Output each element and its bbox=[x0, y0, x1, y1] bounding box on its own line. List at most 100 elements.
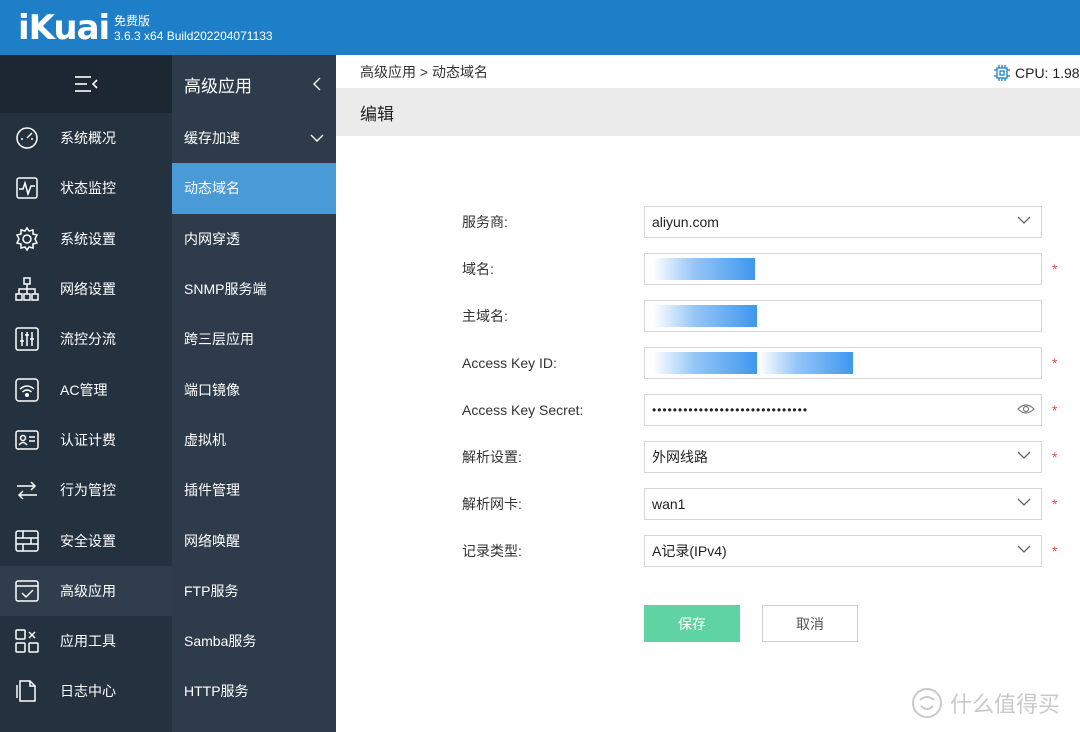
subnav-item-ddns[interactable]: 动态域名 bbox=[172, 163, 336, 214]
required-mark: * bbox=[1052, 449, 1058, 465]
resolve-nic-label: 解析网卡: bbox=[462, 496, 522, 512]
sidebar-item-label: 系统概况 bbox=[60, 130, 116, 147]
subnav-item-label: 跨三层应用 bbox=[184, 331, 254, 348]
network-icon bbox=[13, 275, 41, 303]
resolve-setting-select[interactable]: 外网线路 bbox=[644, 441, 1042, 473]
subnav-item-snmp[interactable]: SNMP服务端 bbox=[172, 264, 336, 314]
sidebar-item-security[interactable]: 安全设置 bbox=[0, 515, 172, 565]
subnav-item-nat-traversal[interactable]: 内网穿透 bbox=[172, 214, 336, 264]
document-icon bbox=[13, 677, 41, 705]
page-title: 编辑 bbox=[360, 104, 394, 124]
sidebar-item-ac[interactable]: AC管理 bbox=[0, 364, 172, 414]
sidebar-item-label: 高级应用 bbox=[60, 582, 116, 599]
domain-label: 域名: bbox=[462, 261, 494, 277]
subnav-item-label: 插件管理 bbox=[184, 482, 240, 499]
sidebar-item-logs[interactable]: 日志中心 bbox=[0, 666, 172, 716]
required-mark: * bbox=[1052, 355, 1058, 371]
subnav-item-label: 端口镜像 bbox=[184, 381, 240, 398]
subnav-item-wol[interactable]: 网络唤醒 bbox=[172, 515, 336, 565]
sidebar-item-label: AC管理 bbox=[60, 381, 108, 398]
subnav-item-cache[interactable]: 缓存加速 bbox=[172, 113, 336, 163]
subnav-item-http[interactable]: HTTP服务 bbox=[172, 666, 336, 716]
edition-label: 免费版 bbox=[114, 14, 151, 28]
cpu-icon bbox=[994, 65, 1010, 81]
sidebar-item-label: 状态监控 bbox=[60, 180, 116, 197]
page-title-bar: 编辑 bbox=[336, 88, 1080, 136]
redacted-value bbox=[759, 352, 853, 374]
sidebar-item-advanced[interactable]: 高级应用 bbox=[0, 565, 172, 616]
subnav-item-port-mirror[interactable]: 端口镜像 bbox=[172, 364, 336, 414]
main-domain-input[interactable] bbox=[644, 300, 1042, 332]
required-mark: * bbox=[1052, 261, 1058, 277]
cancel-button[interactable]: 取消 bbox=[762, 605, 858, 642]
sidebar-item-label: 网络设置 bbox=[60, 281, 116, 298]
gear-icon bbox=[13, 225, 41, 253]
chevron-down-icon bbox=[1017, 216, 1031, 224]
menu-collapse-icon bbox=[75, 76, 98, 92]
watermark-text: 什么值得买 bbox=[950, 692, 1061, 717]
domain-input[interactable] bbox=[644, 253, 1042, 285]
provider-label: 服务商: bbox=[462, 214, 508, 230]
wifi-icon bbox=[13, 376, 41, 404]
record-type-select[interactable]: A记录(IPv4) bbox=[644, 535, 1042, 567]
sidebar-item-traffic-control[interactable]: 流控分流 bbox=[0, 314, 172, 364]
provider-value: aliyun.com bbox=[652, 214, 719, 230]
menu-toggle-button[interactable] bbox=[0, 55, 172, 113]
sidebar-item-label: 系统设置 bbox=[60, 230, 116, 247]
form-row-access-key-secret: Access Key Secret: •••••••••••••••••••••… bbox=[462, 394, 1062, 426]
record-type-value: A记录(IPv4) bbox=[652, 543, 727, 559]
access-key-secret-input[interactable]: •••••••••••••••••••••••••••••• bbox=[644, 394, 1042, 426]
sidebar-item-label: 流控分流 bbox=[60, 331, 116, 348]
sidebar-item-behavior-control[interactable]: 行为管控 bbox=[0, 465, 172, 515]
sidebar-item-overview[interactable]: 系统概况 bbox=[0, 113, 172, 163]
access-key-secret-value: •••••••••••••••••••••••••••••• bbox=[652, 403, 809, 417]
sidebar-item-network-settings[interactable]: 网络设置 bbox=[0, 264, 172, 314]
access-key-id-input[interactable] bbox=[644, 347, 1042, 379]
subnav-item-samba[interactable]: Samba服务 bbox=[172, 616, 336, 666]
resolve-nic-select[interactable]: wan1 bbox=[644, 488, 1042, 520]
form-row-resolve-nic: 解析网卡: wan1 * bbox=[462, 488, 1062, 520]
form-row-provider: 服务商: aliyun.com bbox=[462, 206, 1062, 238]
main-content: 高级应用 > 动态域名 CPU: 1.98 编辑 服务商: aliyun.com… bbox=[336, 55, 1080, 732]
resolve-setting-value: 外网线路 bbox=[652, 449, 708, 465]
primary-sidebar: 系统概况 状态监控 系统设置 网络设置 流控分流 AC管理 认证计费 行为管控 … bbox=[0, 55, 172, 732]
sliders-icon bbox=[13, 325, 41, 353]
subnav-item-plugins[interactable]: 插件管理 bbox=[172, 465, 336, 515]
required-mark: * bbox=[1052, 402, 1058, 418]
sidebar-item-monitor[interactable]: 状态监控 bbox=[0, 163, 172, 213]
collapse-chevron-icon[interactable] bbox=[312, 77, 322, 91]
watermark: 什么值得买 bbox=[910, 686, 1060, 720]
redacted-value bbox=[653, 352, 757, 374]
sidebar-item-auth-billing[interactable]: 认证计费 bbox=[0, 415, 172, 465]
sidebar-item-system-settings[interactable]: 系统设置 bbox=[0, 214, 172, 264]
subnav-item-label: 内网穿透 bbox=[184, 230, 240, 247]
sidebar-item-label: 认证计费 bbox=[60, 431, 116, 448]
subnav-item-vm[interactable]: 虚拟机 bbox=[172, 415, 336, 465]
sidebar-item-tools[interactable]: 应用工具 bbox=[0, 616, 172, 666]
resolve-nic-value: wan1 bbox=[652, 496, 686, 512]
subnav-item-label: Samba服务 bbox=[184, 633, 257, 650]
eye-icon[interactable] bbox=[1017, 402, 1035, 416]
top-header: iKuai 免费版 3.6.3 x64 Build202204071133 bbox=[0, 0, 1080, 55]
sidebar-item-label: 日志中心 bbox=[60, 683, 116, 700]
subnav-item-label: 虚拟机 bbox=[184, 431, 226, 448]
subnav-item-label: FTP服务 bbox=[184, 582, 239, 599]
sidebar-item-label: 行为管控 bbox=[60, 482, 116, 499]
subnav-item-label: SNMP服务端 bbox=[184, 281, 267, 298]
save-button[interactable]: 保存 bbox=[644, 605, 740, 642]
form-row-resolve-setting: 解析设置: 外网线路 * bbox=[462, 441, 1062, 473]
form-row-access-key-id: Access Key ID: * bbox=[462, 347, 1062, 379]
required-mark: * bbox=[1052, 543, 1058, 559]
resolve-setting-label: 解析设置: bbox=[462, 449, 522, 465]
subnav-item-ftp[interactable]: FTP服务 bbox=[172, 566, 336, 616]
form-row-domain: 域名: * bbox=[462, 253, 1062, 285]
monitor-icon bbox=[13, 174, 41, 202]
provider-select[interactable]: aliyun.com bbox=[644, 206, 1042, 238]
chevron-down-icon bbox=[310, 134, 324, 142]
secondary-sidebar: 高级应用 缓存加速 动态域名 内网穿透 SNMP服务端 跨三层应用 端口镜像 虚… bbox=[172, 55, 336, 732]
ikuai-logo: iKuai bbox=[18, 8, 110, 48]
subnav-item-label: 网络唤醒 bbox=[184, 532, 240, 549]
sidebar-item-label: 安全设置 bbox=[60, 532, 116, 549]
form-row-main-domain: 主域名: bbox=[462, 300, 1062, 332]
subnav-item-cross-layer3[interactable]: 跨三层应用 bbox=[172, 314, 336, 364]
